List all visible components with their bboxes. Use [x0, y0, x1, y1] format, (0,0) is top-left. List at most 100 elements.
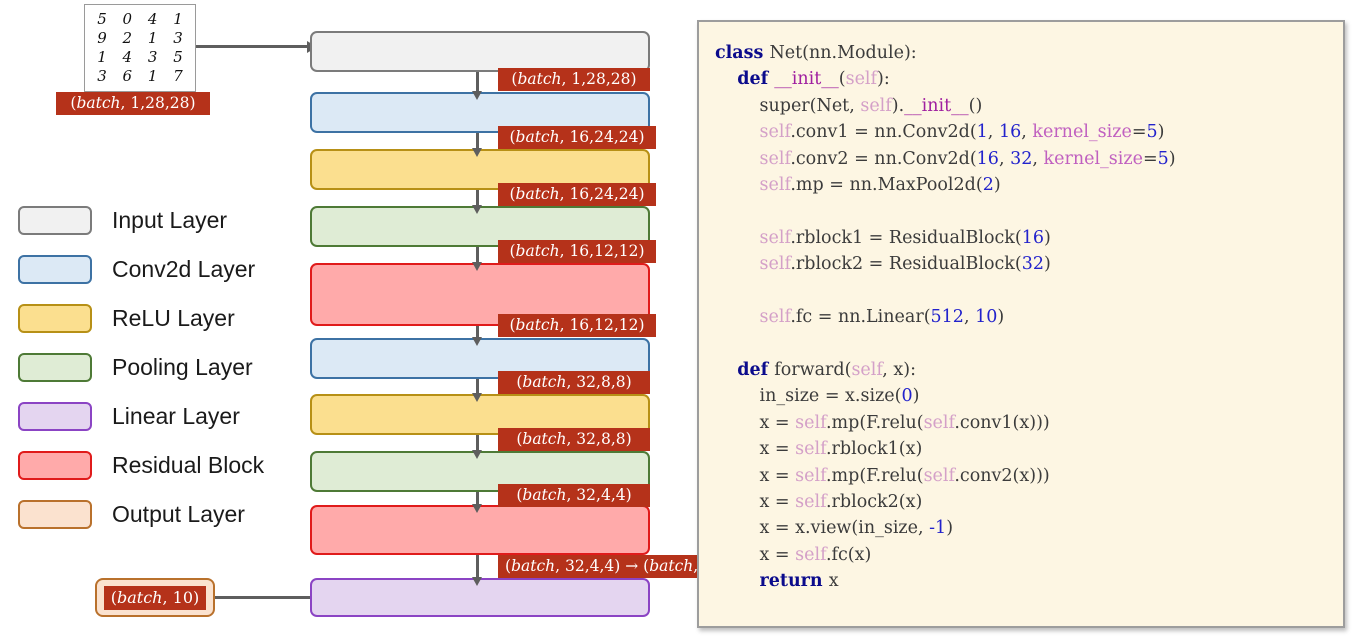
mnist-digit: 3: [97, 67, 107, 85]
code-token: x =: [715, 412, 796, 433]
code-token: ): [946, 518, 954, 539]
code-token: .fc = nn.Linear(: [790, 307, 931, 328]
code-token: x =: [715, 544, 796, 565]
code-token: -1: [929, 518, 947, 539]
legend-item-label: Residual Block: [112, 452, 265, 478]
arrow-rblock1-to-conv2: [472, 326, 482, 346]
code-token: ): [993, 175, 1001, 196]
code-token: 1: [976, 122, 988, 143]
code-line: in_size = x.size(0): [715, 383, 1343, 409]
arrow-conv1-to-relu1: [472, 133, 482, 157]
code-token: in_size = x.size(: [715, 386, 902, 407]
code-panel: class Net(nn.Module): def __init__(self)…: [697, 20, 1345, 628]
legend-swatch-icon: [18, 353, 92, 382]
code-token: self: [759, 254, 791, 275]
mnist-digit: 1: [97, 48, 107, 66]
code-token: self: [795, 544, 826, 565]
legend-item-linear-layer: Linear Layer: [18, 392, 264, 441]
code-token: ): [997, 307, 1005, 328]
output-layer-box: (batch, 10): [95, 578, 215, 617]
mnist-digit: 3: [147, 48, 158, 66]
code-token: ,: [963, 307, 976, 328]
code-token: ,: [998, 148, 1011, 169]
code-token: return: [759, 571, 829, 592]
arrow-rblock2-to-fc: [472, 555, 482, 586]
code-line: x = self.rblock1(x): [715, 436, 1343, 462]
code-token: 0: [901, 386, 913, 407]
code-token: 512: [930, 307, 964, 328]
code-line: x = self.fc(x): [715, 542, 1343, 568]
mnist-digit-row: 3617: [91, 69, 189, 84]
arrow-conv2-to-relu2: [472, 379, 482, 402]
code-line: class Net(nn.Module):: [715, 40, 1343, 66]
code-token: self: [759, 175, 791, 196]
code-line: x = self.mp(F.relu(self.conv2(x))): [715, 463, 1343, 489]
legend-item-label: Pooling Layer: [112, 354, 253, 380]
code-token: __init__: [774, 69, 839, 90]
shape-tag-3: (batch, 16,24,24): [498, 183, 656, 206]
legend-item-label: Output Layer: [112, 501, 245, 527]
code-token: x =: [715, 491, 796, 512]
code-token: .conv2 = nn.Conv2d(: [790, 148, 977, 169]
code-token: 10: [975, 307, 998, 328]
code-token: 16: [998, 122, 1022, 143]
legend-item-residual-block: Residual Block: [18, 441, 264, 490]
code-token: .rblock1(x): [825, 439, 923, 460]
arrow-input-image-to-input-layer: [196, 40, 317, 53]
code-token: ): [1044, 254, 1051, 275]
code-token: ).: [891, 95, 905, 116]
code-token: self: [923, 412, 955, 433]
mnist-digit: 2: [122, 29, 133, 47]
code-token: self: [923, 465, 955, 486]
mnist-digit: 1: [147, 67, 158, 85]
mnist-sample-image: 5041921314353617: [84, 4, 196, 92]
code-token: self: [795, 491, 826, 512]
code-token: 5: [1157, 148, 1169, 169]
code-token: kernel_size: [1032, 122, 1132, 143]
legend-item-relu-layer: ReLU Layer: [18, 294, 264, 343]
code-line: return x: [715, 568, 1343, 594]
code-token: x =: [715, 439, 796, 460]
mnist-digit-row: 9213: [91, 31, 189, 46]
legend-item-output-layer: Output Layer: [18, 490, 264, 539]
code-line: self.conv2 = nn.Conv2d(16, 32, kernel_si…: [715, 146, 1343, 172]
legend-item-pooling-layer: Pooling Layer: [18, 343, 264, 392]
mnist-digit: 5: [97, 10, 107, 28]
code-token: ,: [1021, 122, 1033, 143]
code-listing: class Net(nn.Module): def __init__(self)…: [715, 40, 1343, 595]
code-token: self: [795, 439, 826, 460]
mnist-digit: 1: [173, 10, 183, 28]
code-line: x = self.mp(F.relu(self.conv1(x))): [715, 410, 1343, 436]
mnist-digit: 9: [97, 29, 107, 47]
code-token: self: [759, 148, 791, 169]
mnist-digit: 0: [122, 10, 133, 28]
shape-tag-7: (batch, 32,8,8): [498, 428, 650, 451]
code-line: self.rblock1 = ResidualBlock(16): [715, 225, 1343, 251]
code-token: self: [759, 122, 791, 143]
input-shape-tag: (batch, 1,28,28): [56, 92, 210, 115]
code-token: (nn.Module):: [802, 43, 917, 63]
code-token: .mp(F.relu(: [825, 465, 924, 486]
code-token: ):: [877, 69, 890, 90]
code-token: 32: [1021, 254, 1045, 275]
mnist-digit: 4: [147, 10, 158, 28]
code-token: self: [795, 412, 826, 433]
mnist-digit: 3: [173, 29, 183, 47]
code-line: def forward(self, x):: [715, 357, 1343, 383]
arrow-relu1-to-pool1: [472, 190, 482, 214]
shape-tag-1: (batch, 1,28,28): [498, 68, 650, 91]
code-line: x = self.rblock2(x): [715, 489, 1343, 515]
legend-swatch-icon: [18, 500, 92, 529]
arrow-input-to-conv1: [472, 72, 482, 100]
code-token: ): [1157, 122, 1165, 143]
legend-swatch-icon: [18, 304, 92, 333]
legend-item-input-layer: Input Layer: [18, 196, 264, 245]
mnist-digit: 7: [173, 67, 183, 85]
code-token: self: [795, 465, 826, 486]
